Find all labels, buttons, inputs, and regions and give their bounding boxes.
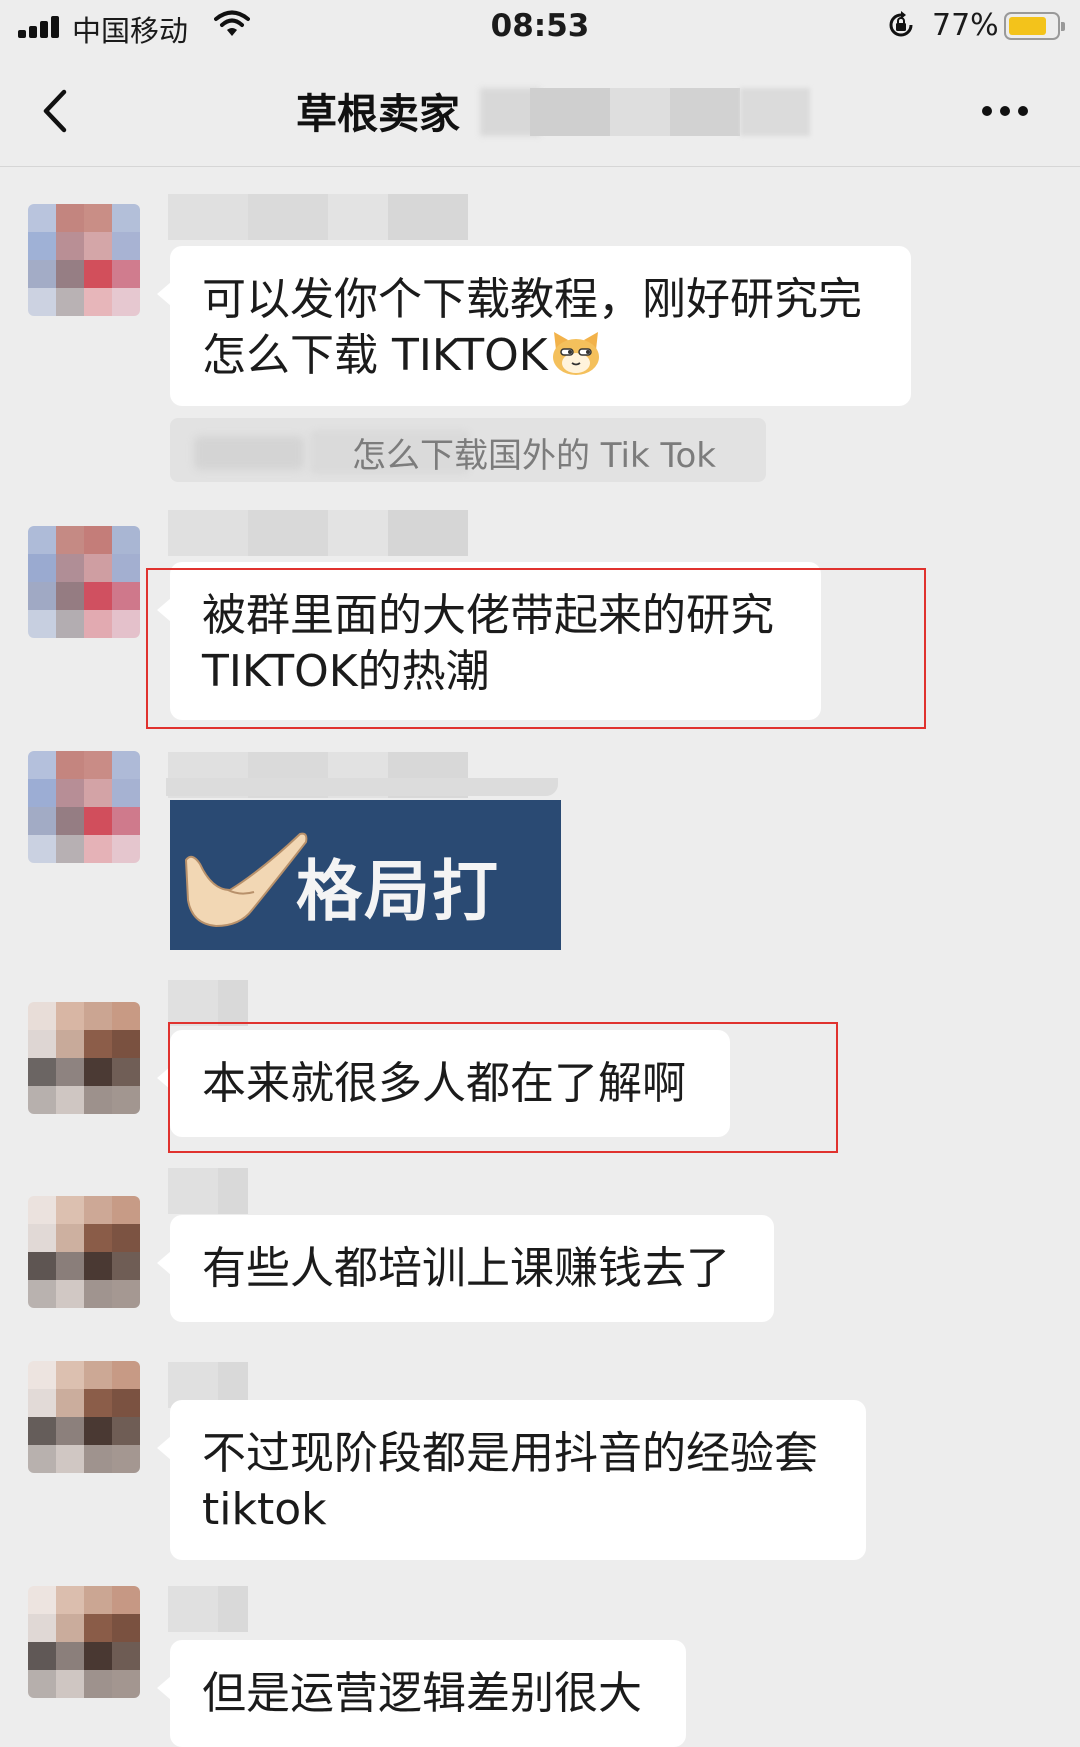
cat-face-emoji-icon — [552, 332, 599, 375]
status-bar: 中国移动 08:53 77% — [0, 0, 1080, 56]
sender-name-blurred — [168, 194, 468, 240]
avatar[interactable] — [28, 1586, 140, 1698]
clock: 08:53 — [490, 8, 590, 44]
red-highlight-box — [146, 568, 926, 729]
message-text: 不过现阶段都是用抖音的经验套 tiktok — [202, 1428, 818, 1535]
message-text: 有些人都培训上课赚钱去了 — [202, 1243, 730, 1294]
message-bubble[interactable]: 不过现阶段都是用抖音的经验套 tiktok — [157, 1400, 866, 1560]
blurred-title-remainder — [480, 88, 810, 136]
quoted-message[interactable]: 怎么下载国外的 Tik Tok — [170, 418, 766, 482]
avatar[interactable] — [28, 751, 140, 863]
sender-name-blurred — [168, 1586, 248, 1632]
avatar[interactable] — [28, 1002, 140, 1114]
avatar[interactable] — [28, 526, 140, 638]
sender-name-blurred — [168, 980, 248, 1026]
message-text: 可以发你个下载教程，刚好研究完 怎么下载 TIKTOK — [202, 274, 862, 381]
sticker-shadow — [166, 778, 558, 796]
sender-name-blurred — [168, 1168, 248, 1214]
avatar[interactable] — [28, 204, 140, 316]
back-arrow-icon[interactable] — [34, 86, 84, 136]
more-options-icon[interactable] — [978, 102, 1032, 120]
sender-name-blurred — [168, 510, 468, 556]
avatar[interactable] — [28, 1196, 140, 1308]
avatar[interactable] — [28, 1361, 140, 1473]
message-bubble[interactable]: 但是运营逻辑差别很大 — [157, 1640, 686, 1747]
message-bubble[interactable]: 有些人都培训上课赚钱去了 — [157, 1215, 774, 1322]
message-bubble[interactable]: 可以发你个下载教程，刚好研究完 怎么下载 TIKTOK — [157, 246, 911, 406]
quoted-text: 怎么下载国外的 Tik Tok — [352, 436, 716, 476]
battery-fill — [1009, 17, 1046, 35]
sticker-text: 格局打开 — [296, 853, 500, 950]
hand-gesture-icon — [184, 832, 308, 928]
sticker-image[interactable]: 格局打开 — [170, 800, 561, 950]
battery-icon — [1004, 12, 1065, 40]
red-highlight-box — [168, 1022, 838, 1153]
message-text: 但是运营逻辑差别很大 — [202, 1668, 642, 1719]
rotation-lock-icon — [889, 11, 913, 37]
chat-title: 草根卖家 — [296, 90, 460, 138]
battery-percentage: 77% — [932, 8, 999, 43]
chat-header: 草根卖家 — [0, 56, 1080, 167]
